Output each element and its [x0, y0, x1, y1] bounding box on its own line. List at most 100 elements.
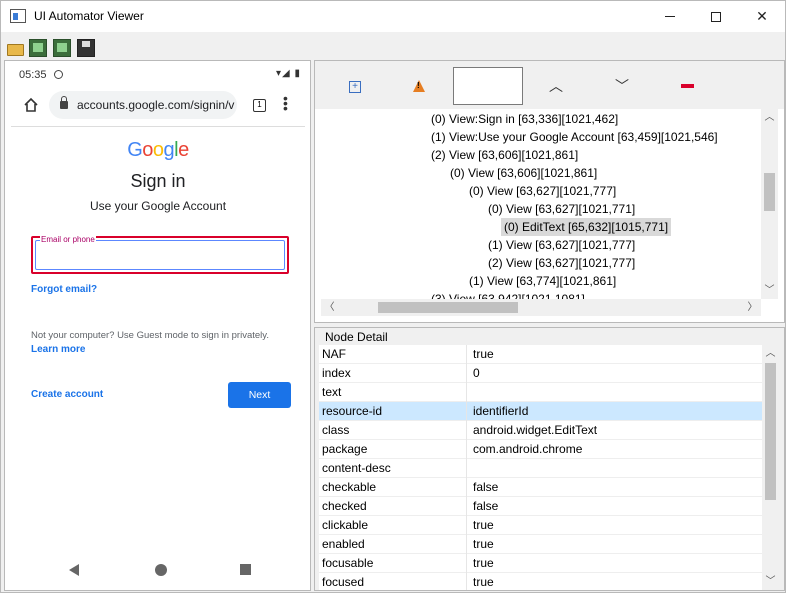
device-screen[interactable]: 05:35 ▾◢ ▮ accounts.google.com/signin/v …	[11, 67, 305, 585]
detail-row[interactable]: checked false	[319, 497, 762, 516]
node-detail-table: NAF true index 0 text resource-id identifie…	[319, 345, 762, 590]
close-button[interactable]: ✕	[739, 1, 785, 32]
tree-horizontal-scrollbar[interactable]: 〈 〉	[321, 299, 761, 316]
detail-row[interactable]: focused true	[319, 573, 762, 590]
phone-nav-bar	[11, 557, 305, 585]
lock-icon	[60, 96, 68, 109]
scroll-thumb[interactable]	[764, 173, 775, 211]
google-logo: Google	[127, 139, 189, 161]
device-screenshot-compressed-icon[interactable]	[53, 39, 71, 57]
page-subtitle: Use your Google Account	[89, 199, 227, 213]
detail-row-selected[interactable]: resource-id identifierId	[319, 402, 762, 421]
detail-value: 0	[473, 366, 480, 380]
scroll-thumb[interactable]	[378, 302, 518, 313]
tree-node[interactable]: (1) View [63,627][1021,777]	[485, 236, 638, 254]
detail-key: checkable	[322, 480, 377, 494]
detail-key: index	[322, 366, 351, 380]
next-button[interactable]: Next	[228, 382, 291, 408]
minimize-button[interactable]	[647, 1, 693, 32]
url-bar[interactable]: accounts.google.com/signin/v	[49, 91, 237, 119]
clear-search-icon[interactable]	[681, 84, 694, 88]
column-divider	[466, 383, 467, 402]
tree-vertical-scrollbar[interactable]: ︿ ﹀	[761, 109, 778, 299]
column-divider	[466, 497, 467, 516]
scroll-down-icon[interactable]: ﹀	[762, 573, 779, 590]
chevron-down-icon[interactable]: ﹀	[615, 76, 629, 96]
scroll-up-icon[interactable]: ︿	[761, 109, 778, 126]
detail-row[interactable]: content-desc	[319, 459, 762, 478]
sync-icon	[54, 70, 63, 79]
column-divider	[466, 573, 467, 590]
home-button-icon[interactable]	[155, 564, 167, 576]
chevron-up-icon[interactable]: ︿	[549, 76, 563, 96]
scroll-left-icon[interactable]: 〈	[321, 299, 338, 316]
detail-key: text	[322, 385, 342, 399]
scroll-thumb[interactable]	[765, 363, 776, 500]
column-divider	[466, 402, 467, 421]
detail-key: enabled	[322, 537, 365, 551]
detail-vertical-scrollbar[interactable]: ︿ ﹀	[762, 345, 779, 590]
column-divider	[466, 535, 467, 554]
hierarchy-toolbar: + ︿ ﹀	[315, 61, 784, 109]
learn-more-link[interactable]: Learn more	[31, 344, 85, 355]
home-icon[interactable]	[23, 97, 39, 113]
maximize-button[interactable]	[693, 1, 739, 32]
device-screenshot-icon[interactable]	[29, 39, 47, 57]
overflow-menu-icon[interactable]: • • •	[283, 91, 288, 115]
detail-row[interactable]: enabled true	[319, 535, 762, 554]
detail-key: checked	[322, 499, 367, 513]
detail-key: NAF	[322, 347, 346, 361]
scroll-up-icon[interactable]: ︿	[762, 345, 779, 362]
open-folder-icon[interactable]	[6, 39, 24, 57]
scroll-right-icon[interactable]: 〉	[744, 299, 761, 316]
detail-value: true	[473, 537, 494, 551]
expand-all-icon[interactable]: +	[349, 81, 361, 93]
forgot-email-link[interactable]: Forgot email?	[31, 284, 97, 295]
detail-row[interactable]: text	[319, 383, 762, 402]
hierarchy-tree: (0) View:Sign in [63,336][1021,462] (1) …	[321, 109, 761, 299]
status-time: 05:35	[19, 69, 47, 81]
detail-row[interactable]: clickable true	[319, 516, 762, 535]
tree-node[interactable]: (0) View [63,606][1021,861]	[447, 164, 600, 182]
detail-row[interactable]: index 0	[319, 364, 762, 383]
node-detail-heading: Node Detail	[325, 330, 388, 344]
detail-row[interactable]: checkable false	[319, 478, 762, 497]
detail-value: false	[473, 499, 499, 513]
detail-key: focused	[322, 575, 365, 589]
column-divider	[466, 478, 467, 497]
column-divider	[466, 345, 467, 364]
app-window: UI Automator Viewer ✕ 05:35 ▾◢ ▮ account…	[0, 0, 786, 593]
tree-node[interactable]: (0) View:Sign in [63,336][1021,462]	[428, 110, 621, 128]
detail-row[interactable]: package com.android.chrome	[319, 440, 762, 459]
tab-switcher-icon[interactable]: 1	[253, 99, 266, 112]
tree-node[interactable]: (1) View:Use your Google Account [63,459…	[428, 128, 721, 146]
back-icon[interactable]	[69, 564, 79, 576]
recents-icon[interactable]	[240, 564, 251, 575]
tree-node[interactable]: (0) View [63,627][1021,771]	[485, 200, 638, 218]
column-divider	[466, 554, 467, 573]
detail-row[interactable]: class android.widget.EditText	[319, 421, 762, 440]
detail-row[interactable]: focusable true	[319, 554, 762, 573]
create-account-link[interactable]: Create account	[31, 389, 103, 400]
page-title: Sign in	[130, 171, 186, 191]
detail-key: package	[322, 442, 368, 456]
column-divider	[466, 364, 467, 383]
scroll-down-icon[interactable]: ﹀	[761, 282, 778, 299]
column-divider	[466, 440, 467, 459]
save-icon[interactable]	[77, 39, 95, 57]
tree-node[interactable]: (0) View [63,627][1021,777]	[466, 182, 619, 200]
tree-node-selected[interactable]: (0) EditText [65,632][1015,771]	[501, 218, 672, 236]
tree-node[interactable]: (3) View [63,942][1021,1081]	[428, 290, 588, 299]
title-bar: UI Automator Viewer ✕	[1, 1, 785, 32]
tree-node[interactable]: (2) View [63,627][1021,777]	[485, 254, 638, 272]
toggle-naf-icon[interactable]	[413, 80, 425, 92]
detail-value: true	[473, 347, 494, 361]
email-field[interactable]: Email or phone	[31, 235, 289, 274]
detail-value: true	[473, 518, 494, 532]
search-input[interactable]	[453, 67, 523, 105]
column-divider	[466, 516, 467, 535]
tree-node[interactable]: (2) View [63,606][1021,861]	[428, 146, 581, 164]
detail-value: identifierId	[473, 404, 529, 418]
tree-node[interactable]: (1) View [63,774][1021,861]	[466, 272, 619, 290]
detail-row[interactable]: NAF true	[319, 345, 762, 364]
